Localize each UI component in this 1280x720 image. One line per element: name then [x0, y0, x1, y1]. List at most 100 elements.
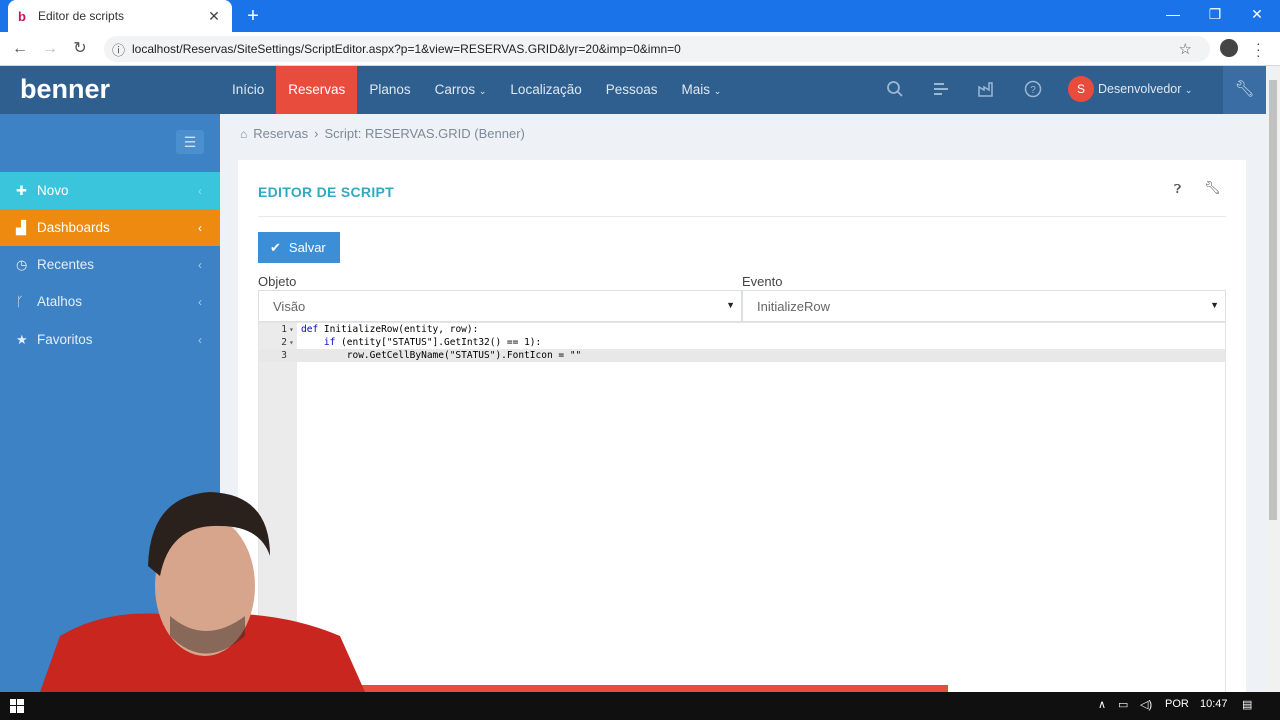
- wrench-icon[interactable]: 🔧︎: [1204, 180, 1221, 196]
- new-tab-button[interactable]: +: [244, 4, 262, 28]
- caret-down-icon: ▼: [1210, 300, 1219, 310]
- forward-icon[interactable]: →: [38, 37, 62, 61]
- chevron-up-icon[interactable]: ∧: [1098, 698, 1106, 711]
- sidebar-item-label: Dashboards: [37, 220, 110, 235]
- sidebar-item-label: Favoritos: [37, 332, 93, 347]
- user-avatar[interactable]: S: [1068, 76, 1094, 102]
- code-keyword: if: [301, 337, 336, 348]
- address-bar: ← → ↻ ⓘ localhost/Reservas/SiteSettings/…: [0, 32, 1280, 66]
- sidebar-item-dashboards[interactable]: ▟ Dashboards ‹: [0, 209, 220, 246]
- benner-logo[interactable]: benner: [20, 74, 110, 105]
- favicon-icon: b: [18, 8, 26, 24]
- nav-carros[interactable]: Carros ⌄: [423, 66, 499, 114]
- video-progress-bar: [356, 685, 948, 692]
- question-icon[interactable]: ❓︎: [1174, 182, 1181, 197]
- sidebar-item-recentes[interactable]: ◷ Recentes ‹: [0, 246, 220, 283]
- bookmark-star-icon[interactable]: ☆: [1179, 40, 1192, 58]
- svg-text:?: ?: [1030, 85, 1036, 96]
- evento-select[interactable]: InitializeRow ▼: [742, 290, 1226, 322]
- user-menu[interactable]: Desenvolvedor ⌄: [1098, 82, 1192, 96]
- browser-tab[interactable]: b Editor de scripts ✕: [8, 0, 232, 32]
- search-icon[interactable]: [884, 80, 906, 102]
- language-indicator[interactable]: POR: [1165, 698, 1189, 710]
- close-tab-icon[interactable]: ✕: [206, 8, 222, 25]
- line-number: 3: [281, 350, 287, 361]
- menu-kebab-icon[interactable]: · · ·: [1256, 36, 1261, 62]
- divider: [258, 216, 1226, 217]
- nav-inicio[interactable]: Início: [220, 66, 276, 114]
- code-line[interactable]: 1 ▾ def InitializeRow(entity, row):: [259, 323, 1225, 336]
- restore-button[interactable]: ❐: [1194, 0, 1236, 30]
- scrollbar-thumb[interactable]: [1269, 80, 1277, 520]
- help-icon[interactable]: ?: [1022, 80, 1044, 102]
- plus-icon: ✚: [16, 182, 27, 198]
- sidebar-item-atalhos[interactable]: ᚴ Atalhos ‹: [0, 283, 220, 320]
- info-icon[interactable]: ⓘ: [112, 40, 132, 59]
- minimize-button[interactable]: —: [1152, 0, 1194, 30]
- fork-icon: ᚴ: [16, 294, 24, 309]
- code-editor[interactable]: 1 ▾ def InitializeRow(entity, row): 2 ▾ …: [258, 322, 1226, 700]
- code-text: if (entity["STATUS"].GetInt32() == 1):: [301, 336, 541, 349]
- fold-icon[interactable]: ▾: [289, 323, 294, 336]
- top-nav: Início Reservas Planos Carros ⌄ Localiza…: [220, 66, 734, 120]
- objeto-select[interactable]: Visão ▼: [258, 290, 742, 322]
- check-icon: ✔: [270, 239, 281, 255]
- line-number: 1: [281, 324, 287, 335]
- breadcrumb-separator-icon: ›: [314, 126, 319, 141]
- script-editor-panel: EDITOR DE SCRIPT ❓︎ 🔧︎ ✔ Salvar Objeto V…: [238, 160, 1246, 700]
- objeto-label: Objeto: [258, 274, 297, 289]
- nav-mais[interactable]: Mais ⌄: [670, 66, 734, 114]
- caret-down-icon: ▼: [726, 300, 735, 310]
- home-icon[interactable]: ⌂: [240, 127, 247, 141]
- chevron-down-icon: ⌄: [713, 86, 722, 96]
- code-line[interactable]: 2 ▾ if (entity["STATUS"].GetInt32() == 1…: [259, 336, 1225, 349]
- breadcrumb: ⌂ Reservas › Script: RESERVAS.GRID (Benn…: [240, 126, 525, 141]
- page-scrollbar[interactable]: [1266, 66, 1280, 692]
- sidebar-item-favoritos[interactable]: ★ Favoritos ‹: [0, 321, 220, 358]
- close-window-button[interactable]: ✕: [1236, 0, 1278, 30]
- url-field[interactable]: ⓘ localhost/Reservas/SiteSettings/Script…: [104, 36, 1210, 62]
- save-button[interactable]: ✔ Salvar: [258, 232, 340, 263]
- code-rest: InitializeRow(entity, row):: [318, 324, 479, 335]
- sidebar-item-label: Atalhos: [37, 294, 83, 309]
- chevron-left-icon: ‹: [198, 220, 202, 235]
- volume-icon[interactable]: ◁): [1140, 698, 1152, 711]
- chevron-down-icon: ⌄: [1184, 85, 1193, 95]
- account-icon[interactable]: [1220, 39, 1238, 57]
- hamburger-menu-icon[interactable]: ☰: [176, 130, 204, 154]
- nav-planos[interactable]: Planos: [357, 66, 422, 114]
- bar-chart-icon: ▟: [16, 219, 26, 235]
- breadcrumb-reservas[interactable]: Reservas: [253, 126, 308, 141]
- code-line-active[interactable]: 3 row.GetCellByName("STATUS").FontIcon =…: [259, 349, 1225, 362]
- chevron-left-icon: ‹: [198, 294, 202, 309]
- network-icon[interactable]: ▭: [1118, 698, 1128, 711]
- wrench-icon[interactable]: 🔧︎: [1223, 66, 1266, 114]
- presenter-image: [40, 492, 365, 692]
- reports-icon[interactable]: [930, 80, 952, 102]
- breadcrumb-current: Script: RESERVAS.GRID (Benner): [324, 126, 525, 141]
- chevron-down-icon: ⌄: [478, 86, 487, 96]
- code-text: def InitializeRow(entity, row):: [301, 323, 478, 336]
- clock[interactable]: 10:47: [1200, 698, 1228, 710]
- evento-label: Evento: [742, 274, 783, 289]
- reload-icon[interactable]: ↻: [68, 37, 92, 61]
- chevron-left-icon: ‹: [198, 332, 202, 347]
- fold-icon[interactable]: ▾: [289, 336, 294, 349]
- clock-icon: ◷: [16, 256, 28, 272]
- windows-start-icon[interactable]: [10, 699, 24, 713]
- back-icon[interactable]: ←: [8, 37, 32, 61]
- app-header: benner Início Reservas Planos Carros ⌄ L…: [0, 66, 1266, 120]
- sidebar-item-label: Recentes: [37, 257, 95, 272]
- code-keyword: def: [301, 324, 319, 335]
- nav-reservas[interactable]: Reservas: [276, 66, 358, 120]
- sidebar-item-novo[interactable]: ✚ Novo ‹: [0, 172, 220, 209]
- nav-localizacao[interactable]: Localização: [498, 66, 593, 114]
- save-label: Salvar: [288, 240, 326, 255]
- factory-icon[interactable]: [976, 80, 998, 102]
- notifications-icon[interactable]: ▤: [1242, 698, 1252, 711]
- nav-pessoas[interactable]: Pessoas: [594, 66, 670, 114]
- nav-carros-label: Carros: [434, 82, 476, 97]
- chevron-left-icon: ‹: [198, 257, 202, 272]
- line-number: 2: [281, 337, 287, 348]
- code-text: row.GetCellByName("STATUS").FontIcon = "…: [301, 349, 582, 362]
